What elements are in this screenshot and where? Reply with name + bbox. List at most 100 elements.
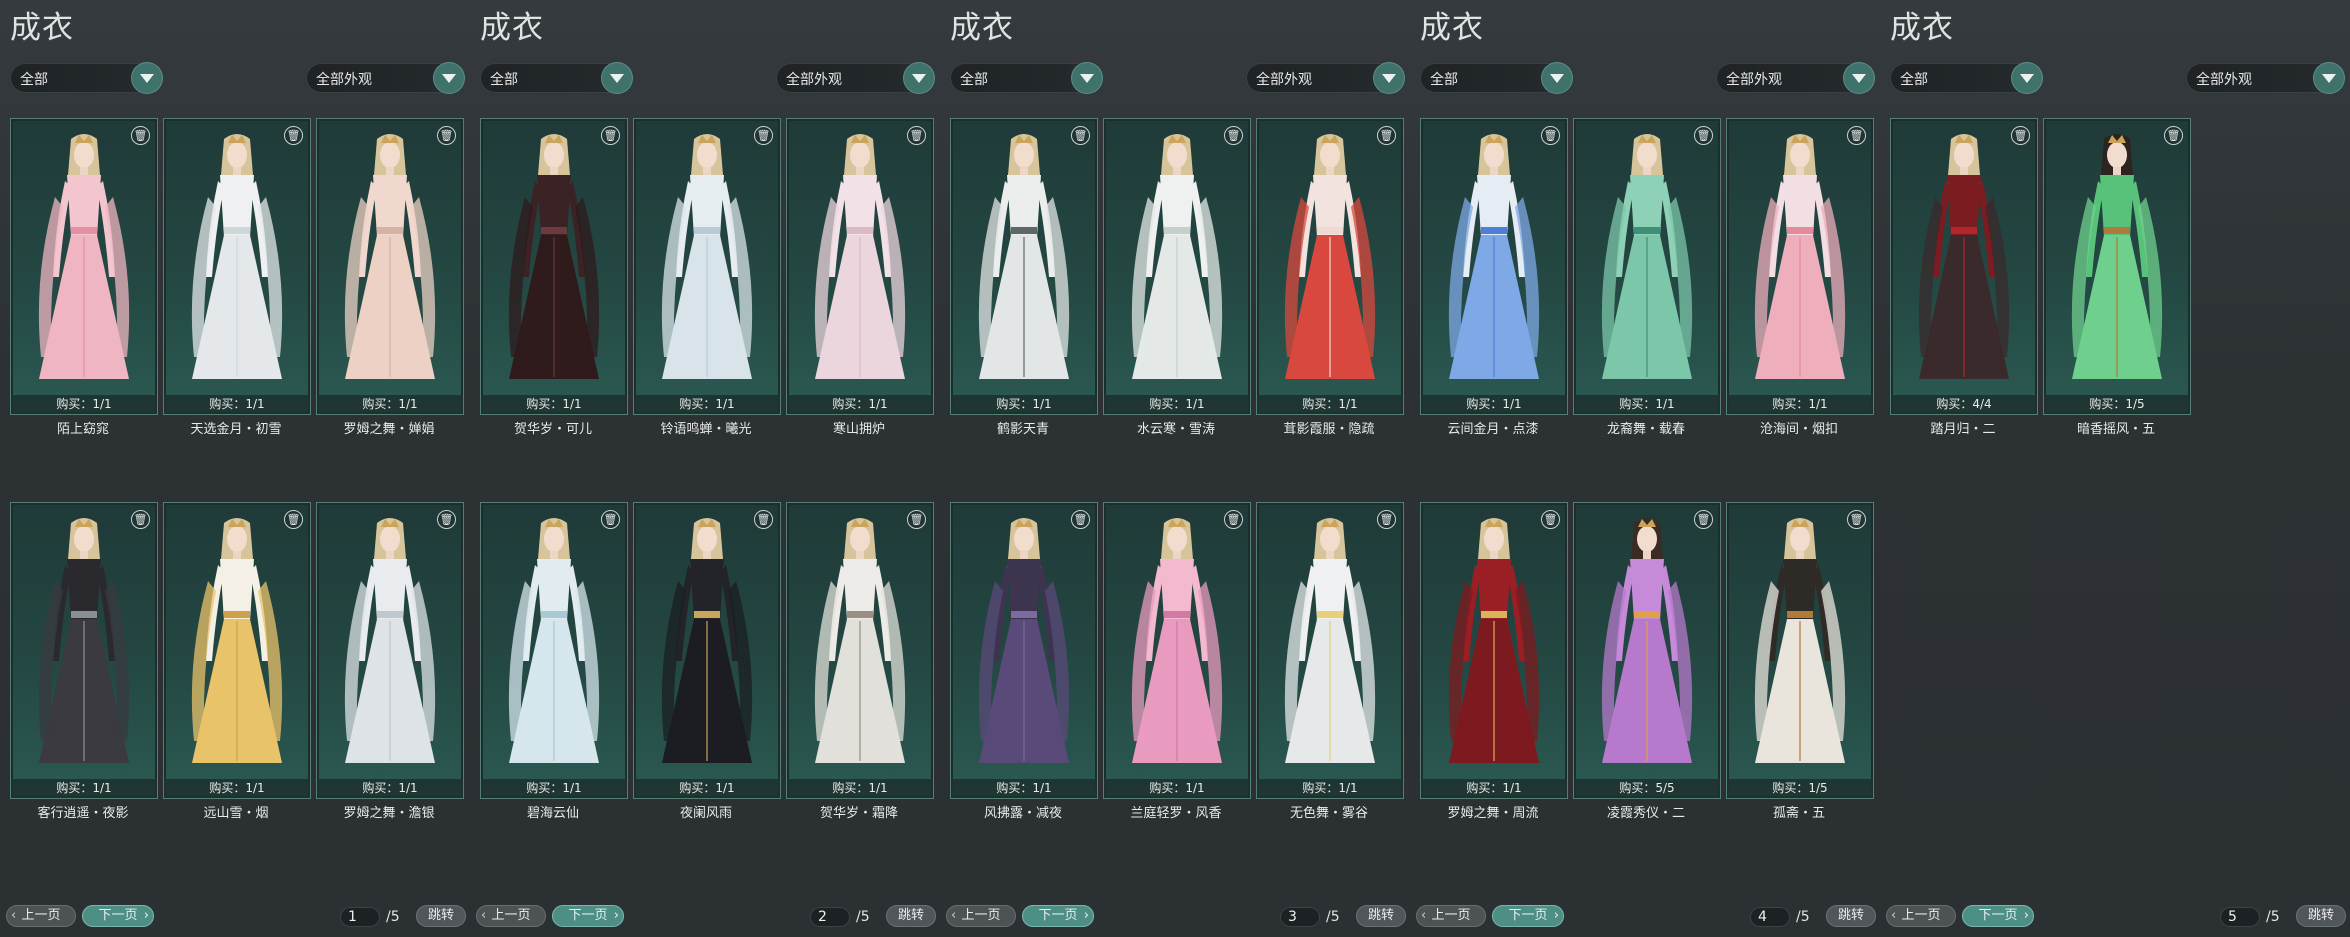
chevron-down-icon[interactable] [1844, 63, 1874, 93]
trash-icon[interactable]: 🗑 [1694, 510, 1713, 529]
next-page-button[interactable]: 下一页 [1962, 905, 2034, 927]
chevron-down-icon[interactable] [2012, 63, 2042, 93]
outfit-card[interactable]: 🗑 购买：1/1 [1103, 118, 1251, 415]
jump-button[interactable]: 跳转 [416, 905, 466, 927]
prev-page-button[interactable]: 上一页 [476, 905, 546, 927]
outfit-card[interactable]: 🗑 购买：1/1 [633, 502, 781, 799]
trash-icon[interactable]: 🗑 [1377, 510, 1396, 529]
trash-icon[interactable]: 🗑 [1541, 510, 1560, 529]
trash-icon[interactable]: 🗑 [2011, 126, 2030, 145]
trash-icon[interactable]: 🗑 [1541, 126, 1560, 145]
outfit-card[interactable]: 🗑 购买：1/5 [2043, 118, 2191, 415]
purchase-count: 购买：1/1 [1727, 395, 1873, 414]
purchase-count: 购买：1/1 [164, 395, 310, 414]
trash-icon[interactable]: 🗑 [1694, 126, 1713, 145]
chevron-down-icon[interactable] [1542, 63, 1572, 93]
purchase-count: 购买：1/1 [951, 779, 1097, 798]
trash-icon[interactable]: 🗑 [284, 126, 303, 145]
appearance-filter-dropdown[interactable]: 全部外观 [2186, 63, 2344, 93]
page-number-input[interactable]: 3 [1280, 907, 1320, 927]
trash-icon[interactable]: 🗑 [2164, 126, 2183, 145]
prev-page-button[interactable]: 上一页 [1886, 905, 1956, 927]
outfit-card[interactable]: 🗑 购买：1/1 [1420, 118, 1568, 415]
chevron-down-icon[interactable] [434, 63, 464, 93]
outfit-card[interactable]: 🗑 购买：1/1 [1726, 118, 1874, 415]
outfit-card[interactable]: 🗑 购买：1/1 [950, 502, 1098, 799]
trash-icon[interactable]: 🗑 [1071, 126, 1090, 145]
chevron-down-icon[interactable] [1072, 63, 1102, 93]
trash-icon[interactable]: 🗑 [907, 510, 926, 529]
trash-icon[interactable]: 🗑 [131, 126, 150, 145]
outfit-figure-image [344, 134, 436, 379]
outfit-card[interactable]: 🗑 购买：1/1 [316, 118, 464, 415]
trash-icon[interactable]: 🗑 [1847, 126, 1866, 145]
jump-button[interactable]: 跳转 [1356, 905, 1406, 927]
chevron-down-icon[interactable] [602, 63, 632, 93]
category-filter-dropdown[interactable]: 全部 [950, 63, 1102, 93]
appearance-filter-dropdown[interactable]: 全部外观 [1716, 63, 1874, 93]
jump-button[interactable]: 跳转 [1826, 905, 1876, 927]
trash-icon[interactable]: 🗑 [1071, 510, 1090, 529]
trash-icon[interactable]: 🗑 [437, 510, 456, 529]
page-number-input[interactable]: 5 [2220, 907, 2260, 927]
outfit-card[interactable]: 🗑 购买：1/1 [950, 118, 1098, 415]
trash-icon[interactable]: 🗑 [1377, 126, 1396, 145]
outfit-card[interactable]: 🗑 购买：1/1 [316, 502, 464, 799]
trash-icon[interactable]: 🗑 [1224, 126, 1243, 145]
page-number-input[interactable]: 1 [340, 907, 380, 927]
prev-page-button[interactable]: 上一页 [6, 905, 76, 927]
chevron-down-icon[interactable] [132, 63, 162, 93]
trash-icon[interactable]: 🗑 [1224, 510, 1243, 529]
appearance-filter-dropdown[interactable]: 全部外观 [306, 63, 464, 93]
category-filter-dropdown[interactable]: 全部 [480, 63, 632, 93]
outfit-card[interactable]: 🗑 购买：1/1 [1256, 502, 1404, 799]
appearance-filter-dropdown[interactable]: 全部外观 [1246, 63, 1404, 93]
outfit-name: 罗姆之舞・婵娟 [343, 422, 435, 437]
appearance-filter-dropdown[interactable]: 全部外观 [776, 63, 934, 93]
outfit-card[interactable]: 🗑 购买：1/1 [1573, 118, 1721, 415]
prev-page-button[interactable]: 上一页 [1416, 905, 1486, 927]
outfit-figure-image [1284, 518, 1376, 763]
outfit-card[interactable]: 🗑 购买：1/1 [1256, 118, 1404, 415]
outfit-card[interactable]: 🗑 购买：1/1 [163, 118, 311, 415]
outfit-card[interactable]: 🗑 购买：4/4 [1890, 118, 2038, 415]
outfit-card[interactable]: 🗑 购买：1/1 [633, 118, 781, 415]
trash-icon[interactable]: 🗑 [601, 510, 620, 529]
category-filter-dropdown[interactable]: 全部 [1420, 63, 1572, 93]
trash-icon[interactable]: 🗑 [131, 510, 150, 529]
outfit-card[interactable]: 🗑 购买：1/1 [786, 502, 934, 799]
outfit-card[interactable]: 🗑 购买：1/1 [786, 118, 934, 415]
outfit-card[interactable]: 🗑 购买：1/1 [480, 118, 628, 415]
outfit-card[interactable]: 🗑 购买：1/1 [10, 502, 158, 799]
outfit-card[interactable]: 🗑 购买：1/1 [1420, 502, 1568, 799]
chevron-down-icon[interactable] [904, 63, 934, 93]
chevron-down-icon[interactable] [2314, 63, 2344, 93]
jump-button[interactable]: 跳转 [2296, 905, 2346, 927]
category-filter-dropdown[interactable]: 全部 [10, 63, 162, 93]
next-page-button[interactable]: 下一页 [1022, 905, 1094, 927]
outfit-card[interactable]: 🗑 购买：1/1 [480, 502, 628, 799]
next-page-button[interactable]: 下一页 [1492, 905, 1564, 927]
trash-icon[interactable]: 🗑 [754, 510, 773, 529]
outfit-card[interactable]: 🗑 购买：1/1 [1103, 502, 1251, 799]
next-page-button[interactable]: 下一页 [82, 905, 154, 927]
category-filter-dropdown[interactable]: 全部 [1890, 63, 2042, 93]
prev-page-button[interactable]: 上一页 [946, 905, 1016, 927]
outfit-card[interactable]: 🗑 购买：1/1 [163, 502, 311, 799]
page-number-input[interactable]: 2 [810, 907, 850, 927]
trash-icon[interactable]: 🗑 [437, 126, 456, 145]
jump-button[interactable]: 跳转 [886, 905, 936, 927]
outfit-card[interactable]: 🗑 购买：1/5 [1726, 502, 1874, 799]
page-number-input[interactable]: 4 [1750, 907, 1790, 927]
trash-icon[interactable]: 🗑 [754, 126, 773, 145]
page-total: /5 [1326, 909, 1340, 925]
outfit-card[interactable]: 🗑 购买：5/5 [1573, 502, 1721, 799]
purchase-count: 购买：1/1 [481, 395, 627, 414]
chevron-down-icon[interactable] [1374, 63, 1404, 93]
trash-icon[interactable]: 🗑 [601, 126, 620, 145]
next-page-button[interactable]: 下一页 [552, 905, 624, 927]
outfit-card[interactable]: 🗑 购买：1/1 [10, 118, 158, 415]
trash-icon[interactable]: 🗑 [284, 510, 303, 529]
trash-icon[interactable]: 🗑 [907, 126, 926, 145]
trash-icon[interactable]: 🗑 [1847, 510, 1866, 529]
